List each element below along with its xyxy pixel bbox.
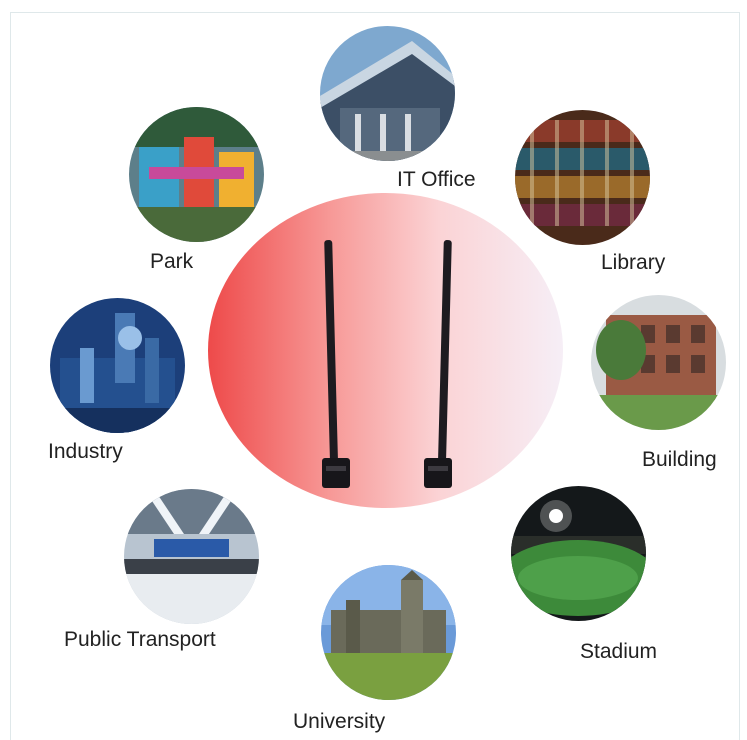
park-label: Park <box>150 250 194 273</box>
building-image <box>591 295 726 430</box>
library-image <box>515 110 650 245</box>
stadium-label: Stadium <box>580 640 658 663</box>
antenna-right <box>424 239 464 495</box>
industry-image <box>50 298 185 433</box>
it-office-label: IT Office <box>397 168 476 191</box>
building-label: Building <box>642 448 717 471</box>
library-label: Library <box>601 251 666 274</box>
it-office-image <box>320 26 455 161</box>
park-image <box>129 107 264 242</box>
center-circle <box>208 193 563 508</box>
university-image <box>321 565 456 700</box>
industry-label: Industry <box>48 440 123 463</box>
stadium-image <box>511 486 646 621</box>
antenna-left <box>322 239 362 495</box>
public-transport-image <box>124 489 259 624</box>
university-label: University <box>293 710 386 733</box>
public-transport-label: Public Transport <box>64 628 216 651</box>
